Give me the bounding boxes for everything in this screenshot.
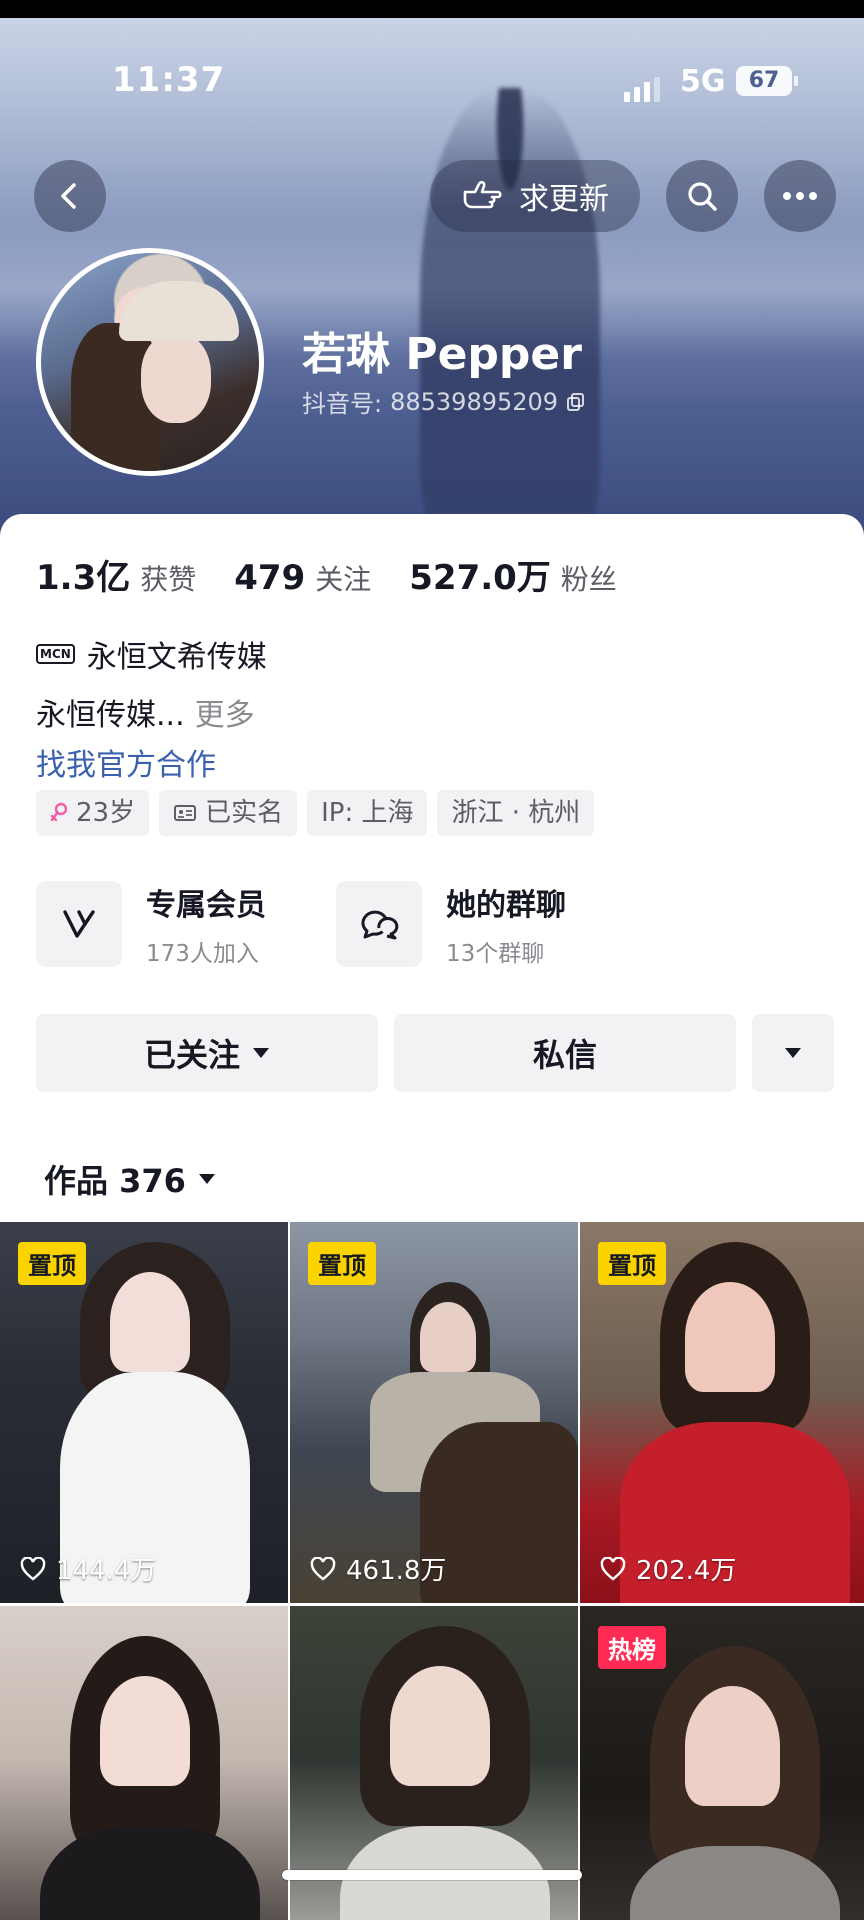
stats-row: 1.3亿 获赞 479 关注 527.0万 粉丝 (36, 550, 655, 599)
ip-text: IP: 上海 (321, 798, 414, 828)
vip-subtitle: 173人加入 (146, 941, 259, 967)
home-indicator[interactable] (282, 1870, 582, 1880)
heart-icon (310, 1556, 336, 1581)
video-grid: 置顶 144.4万 置顶 461.8万 置顶 202.4万 热榜 (0, 1222, 864, 1920)
back-button[interactable] (34, 160, 106, 232)
group-chat-title: 她的群聊 (446, 888, 566, 923)
mcn-name: 永恒文希传媒 (86, 640, 267, 675)
heart-icon (20, 1556, 46, 1581)
likes-label: 获赞 (140, 563, 197, 596)
battery-icon: 67 (736, 66, 798, 96)
followers-count[interactable]: 527.0万 (409, 550, 551, 599)
id-card-icon (174, 805, 197, 821)
avatar[interactable] (36, 248, 264, 476)
following-button[interactable]: 已关注 (36, 1014, 378, 1092)
age-tag: 23岁 (36, 790, 150, 836)
profile-tags: 23岁 已实名 IP: 上海 浙江 · 杭州 (36, 790, 595, 836)
douyin-id: 抖音号: 88539895209 (302, 384, 586, 419)
bio-text: 永恒传媒... (36, 698, 185, 733)
chevron-left-icon (61, 183, 76, 209)
pinned-badge: 置顶 (308, 1242, 376, 1285)
following-label: 关注 (315, 563, 372, 596)
cooperation-link[interactable]: 找我官方合作 (36, 740, 216, 784)
video-thumbnail[interactable] (0, 1606, 288, 1920)
caret-down-icon (785, 1048, 801, 1058)
group-chats[interactable]: 她的群聊 13个群聊 (336, 880, 566, 968)
status-time: 11:37 (112, 60, 226, 100)
video-thumbnail[interactable]: 热榜 (580, 1606, 864, 1920)
video-thumbnail[interactable]: 置顶 461.8万 (290, 1222, 578, 1603)
message-button-label: 私信 (532, 1036, 597, 1074)
message-button[interactable]: 私信 (394, 1014, 736, 1092)
pinned-badge: 置顶 (18, 1242, 86, 1285)
caret-down-icon (253, 1048, 269, 1058)
following-button-label: 已关注 (143, 1036, 240, 1074)
followers-label: 粉丝 (560, 563, 617, 596)
video-likes-count: 144.4万 (56, 1556, 157, 1586)
profile-name: 若琳 Pepper (302, 329, 582, 380)
tab-works[interactable]: 作品 376 (44, 1156, 216, 1202)
copy-icon[interactable] (566, 392, 586, 412)
video-likes: 202.4万 (600, 1550, 736, 1587)
vip-membership[interactable]: 专属会员 173人加入 (36, 880, 266, 968)
mcn-icon: MCN (36, 644, 75, 664)
works-tab-label: 作品 376 (44, 1162, 186, 1200)
caret-down-icon (198, 1174, 215, 1184)
bio: 永恒传媒... 更多 (36, 690, 255, 734)
douyin-id-value: 88539895209 (390, 387, 559, 416)
age-text: 23岁 (76, 798, 136, 828)
status-bar: 11:37 5G 67 (0, 18, 864, 102)
verified-text: 已实名 (205, 798, 284, 828)
search-button[interactable] (666, 160, 738, 232)
request-update-button[interactable]: 求更新 (430, 160, 640, 232)
group-chat-icon (336, 881, 422, 967)
mcn-row[interactable]: MCN 永恒文希传媒 (36, 632, 267, 676)
video-likes-count: 461.8万 (346, 1556, 447, 1586)
profile-screen: 11:37 5G 67 求更新 若琳 Pepper 抖音号: 885398952… (0, 0, 864, 1920)
top-edge (0, 0, 864, 18)
bio-more-link[interactable]: 更多 (195, 698, 255, 733)
pointing-hand-icon (463, 180, 502, 209)
more-button[interactable] (764, 160, 836, 232)
heart-icon (600, 1556, 626, 1581)
network-label: 5G (680, 64, 726, 99)
ip-tag: IP: 上海 (307, 790, 428, 836)
douyin-id-label: 抖音号: (302, 390, 383, 418)
video-likes: 461.8万 (310, 1550, 446, 1587)
following-count[interactable]: 479 (234, 558, 305, 598)
more-actions-button[interactable] (752, 1014, 834, 1092)
verified-tag: 已实名 (159, 790, 298, 836)
likes-count[interactable]: 1.3亿 (36, 550, 130, 599)
vip-title: 专属会员 (146, 888, 266, 923)
video-thumbnail[interactable]: 置顶 202.4万 (580, 1222, 864, 1603)
female-icon (50, 802, 68, 822)
signal-icon (624, 74, 660, 102)
more-dots-icon (783, 192, 817, 200)
video-thumbnail[interactable]: 置顶 144.4万 (0, 1222, 288, 1603)
hot-list-badge: 热榜 (598, 1626, 666, 1669)
video-likes: 144.4万 (20, 1550, 156, 1587)
group-chat-subtitle: 13个群聊 (446, 941, 545, 967)
location-tag: 浙江 · 杭州 (437, 790, 595, 836)
location-text: 浙江 · 杭州 (451, 798, 581, 828)
video-likes-count: 202.4万 (636, 1556, 737, 1586)
search-icon (688, 182, 717, 211)
vip-icon (36, 881, 122, 967)
request-update-label: 求更新 (519, 182, 609, 217)
pinned-badge: 置顶 (598, 1242, 666, 1285)
